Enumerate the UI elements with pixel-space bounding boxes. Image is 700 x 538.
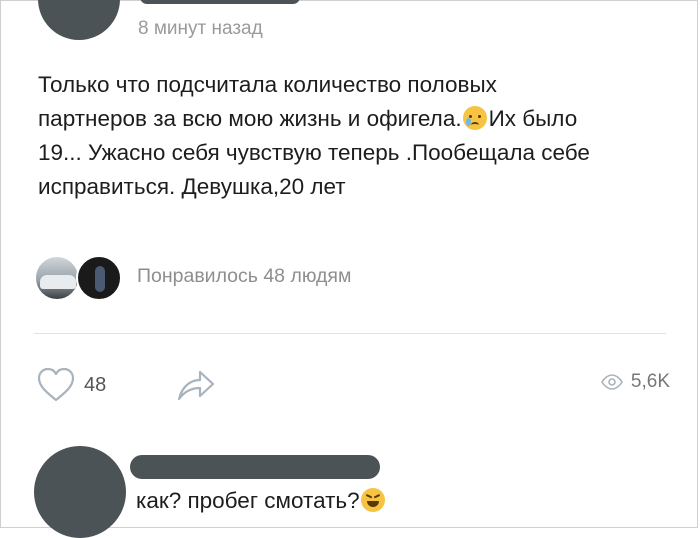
laughing-face-icon — [360, 488, 385, 512]
like-button[interactable]: 48 — [36, 367, 106, 403]
commenter-name-redacted — [130, 455, 380, 479]
share-button[interactable] — [176, 365, 216, 403]
post-text-line-1: Только что подсчитала количество половых — [38, 72, 497, 97]
views-counter: 5,6K — [600, 371, 670, 393]
commenter-avatar[interactable] — [34, 446, 126, 538]
post-text-line-2: партнеров за всю мою жизнь и офигела. Их … — [38, 106, 578, 131]
post-text-line-4: исправиться. Девушка,20 лет — [38, 174, 346, 199]
author-name-redacted — [140, 0, 300, 4]
liker-avatar[interactable] — [76, 255, 122, 301]
divider — [34, 333, 666, 334]
post-timestamp: 8 минут назад — [138, 18, 263, 39]
crying-face-icon — [462, 106, 487, 130]
eye-icon — [600, 374, 623, 390]
like-count: 48 — [84, 373, 107, 396]
post-text-line-3: 19... Ужасно себя чувствую теперь .Пообе… — [38, 140, 590, 165]
views-count: 5,6K — [630, 371, 670, 392]
liker-avatar[interactable] — [34, 255, 80, 301]
share-icon — [177, 370, 215, 401]
heart-icon — [37, 367, 75, 402]
post-text: Только что подсчитала количество половых… — [38, 68, 670, 204]
comment-text: как? пробег смотать? — [136, 488, 387, 514]
likes-summary[interactable]: Понравилось 48 людям — [137, 265, 351, 288]
